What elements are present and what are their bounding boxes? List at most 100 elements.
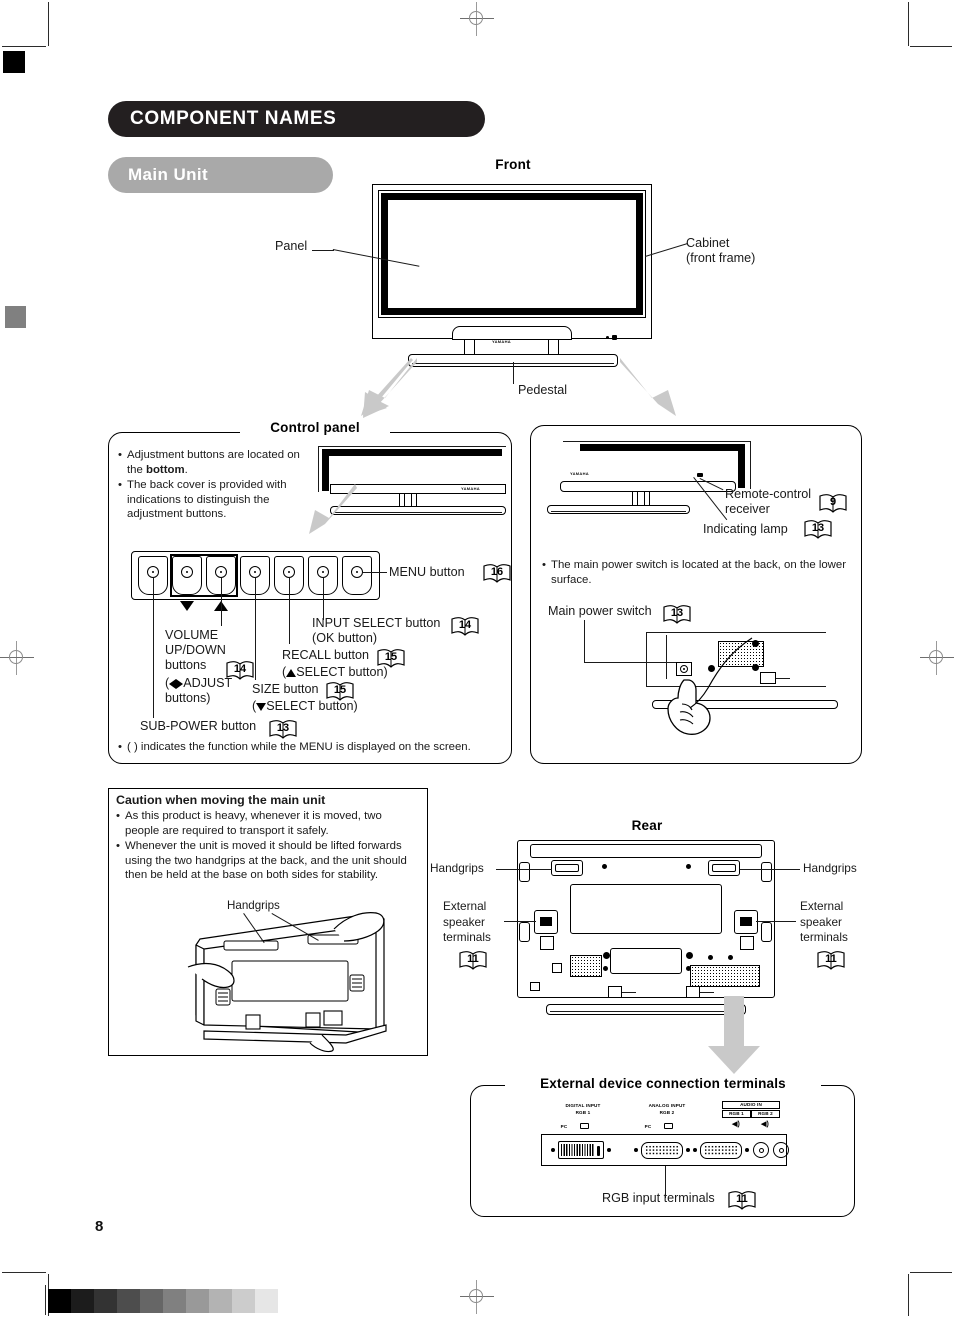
button-dot-menu[interactable] (351, 566, 363, 578)
grayscale-swatch-2 (71, 1289, 94, 1313)
bnc-connector-block[interactable] (700, 1142, 742, 1159)
terminal-icon-audio-jack-1: ◀) (731, 1121, 740, 1128)
button-dot-volume-down[interactable] (181, 566, 193, 578)
rear-screw-mid-6 (728, 955, 733, 960)
front-indicator-lamp (606, 336, 609, 339)
dvi-flat-pin (597, 1146, 600, 1156)
rear-small-tag-left (552, 963, 562, 973)
control-panel-footnote-item: ( ) indicates the function while the MEN… (118, 740, 508, 755)
page-ref-indicating-lamp: 13 (803, 519, 833, 541)
rear-screw-top-left (602, 864, 607, 869)
rtp-yamaha-logo: YAMAHA (570, 471, 589, 476)
page-ref-input-select: 14 (450, 616, 480, 638)
rear-screw-top-right (686, 864, 691, 869)
leader-volume (221, 578, 222, 626)
speaker-terminal-left-core (540, 917, 552, 926)
leader-panel-h (312, 250, 334, 251)
front-pedestal-neck-left (464, 339, 475, 355)
arrow-to-terminals (708, 996, 760, 1074)
volume-buttons-highlight (170, 554, 238, 597)
page-title: COMPONENT NAMES (108, 101, 485, 137)
page-ref-recall-number: 15 (384, 651, 398, 663)
label-main-power-switch: Main power switch (548, 604, 652, 618)
button-dot-input-select[interactable] (317, 566, 329, 578)
grayscale-swatch-1 (48, 1289, 71, 1313)
terminals-title: External device connection terminals (540, 1076, 786, 1091)
rtp-base (547, 505, 690, 514)
button-dot-size[interactable] (249, 566, 261, 578)
dsub1-screw-right (686, 1148, 690, 1152)
button-dot-recall[interactable] (283, 566, 295, 578)
audio-jack-rgb1[interactable] (753, 1142, 769, 1158)
button-dot-sub-power[interactable] (147, 566, 159, 578)
bnc-pins (704, 1145, 738, 1156)
rear-vent-right (690, 965, 760, 987)
rtp-neck-left (632, 491, 638, 506)
control-panel-note-2: The back cover is provided with indicati… (118, 478, 313, 522)
underside-edge-inner (666, 635, 667, 679)
rear-clip-mid-left (519, 922, 530, 942)
caution-item-1: As this product is heavy, whenever it is… (116, 809, 416, 838)
label-input-select-button: INPUT SELECT button (OK button) (312, 616, 441, 645)
rtp-base-edge (551, 511, 686, 512)
rear-bracket-wire-left (622, 992, 636, 993)
rear-tag-right (740, 936, 754, 950)
rear-screw-mid-1 (603, 952, 610, 959)
power-cord-curve (690, 637, 753, 709)
control-panel-footnote: ( ) indicates the function while the MEN… (118, 740, 508, 756)
page-ref-main-power-switch-number: 13 (670, 607, 684, 619)
control-panel-notes: Adjustment buttons are located on the bo… (118, 448, 313, 523)
main-power-switch-rocker[interactable] (680, 665, 688, 673)
caution-list: As this product is heavy, whenever it is… (116, 809, 416, 884)
grayscale-strip-rule (45, 1285, 46, 1315)
label-size-button: SIZE button (252, 682, 319, 696)
front-pedestal-top-plate (452, 326, 572, 340)
page-ref-remote-receiver: 9 (818, 493, 848, 515)
rtp-receiver-window (697, 473, 703, 477)
label-pedestal: Pedestal (518, 383, 568, 397)
audio-jack-rgb2[interactable] (773, 1142, 789, 1158)
handgrip-right (708, 860, 740, 876)
crop-mark-top-left-vertical (48, 2, 49, 46)
rear-stand-mount (610, 948, 682, 974)
crop-mark-top-right-vertical (908, 2, 909, 46)
rear-screw-mid-3 (686, 952, 693, 959)
label-recall-button: RECALL button (282, 648, 370, 662)
rear-tag-left (540, 936, 554, 950)
rear-screw-mid-4 (686, 966, 691, 971)
page-ref-remote-receiver-number: 9 (829, 496, 837, 508)
label-speaker-terminals-right: External speaker terminals (800, 899, 848, 945)
crop-mark-bottom-right-vertical (908, 1274, 909, 1316)
registration-mark-top (460, 2, 494, 36)
page-ref-menu: 16 (482, 563, 512, 585)
grayscale-swatch-6 (163, 1289, 186, 1313)
grayscale-calibration-strip (48, 1289, 278, 1313)
leader-main-power-switch-v (584, 620, 585, 662)
page-ref-sub-power: 13 (268, 719, 298, 741)
registration-mark-left (0, 641, 34, 675)
leader-handgrips-left (496, 869, 552, 870)
cp-illustration-neck-left (399, 493, 405, 507)
dvi-pins (561, 1144, 595, 1156)
dvi-connector[interactable] (558, 1141, 604, 1159)
registration-mark-right (920, 641, 954, 675)
vga-connector-rgb2[interactable] (641, 1142, 683, 1159)
terminal-label-audio-in: AUDIO IN (740, 1102, 762, 1107)
crop-mark-bottom-left-horizontal (2, 1272, 46, 1273)
leader-speaker-right (756, 921, 796, 922)
select-up-triangle-icon (286, 668, 297, 677)
button-dot-volume-up[interactable] (215, 566, 227, 578)
grayscale-swatch-9 (232, 1289, 255, 1313)
leader-recall (289, 578, 290, 644)
page-ref-sub-power-number: 13 (276, 722, 290, 734)
grayscale-swatch-5 (140, 1289, 163, 1313)
dsub2-screw-right (745, 1148, 749, 1152)
terminal-icon-audio-jack-2: ◀) (760, 1121, 769, 1128)
control-panel-title: Control panel (270, 420, 360, 435)
label-recall-sub: (SELECT button) (282, 665, 388, 679)
terminal-icon-analog-pc (664, 1123, 673, 1129)
label-size-sub: (SELECT button) (252, 699, 358, 713)
rtp-cabinet-outline-right (750, 441, 751, 489)
rear-clip-top-left (519, 862, 530, 882)
grayscale-swatch-3 (94, 1289, 117, 1313)
